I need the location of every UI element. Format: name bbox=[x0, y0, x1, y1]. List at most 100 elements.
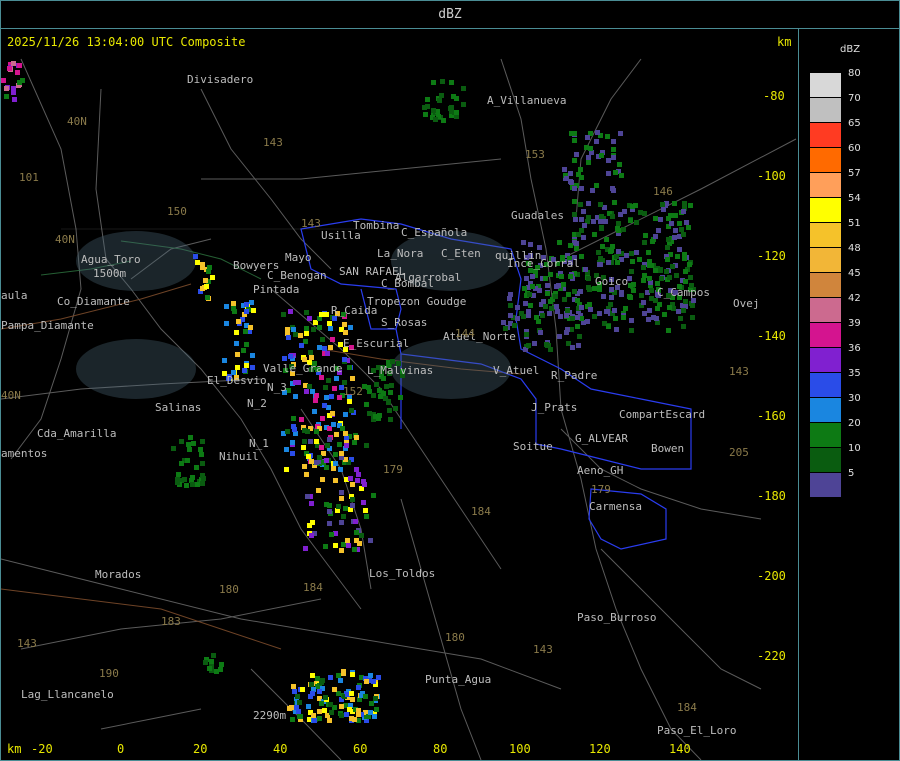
radar-echo-pixel bbox=[389, 383, 394, 388]
radar-echo-pixel bbox=[248, 325, 253, 330]
radar-echo-pixel bbox=[330, 411, 335, 416]
radar-echo-pixel bbox=[11, 61, 16, 66]
radar-echo-pixel bbox=[336, 673, 341, 678]
x-tick: 80 bbox=[433, 742, 448, 756]
radar-echo-pixel bbox=[4, 94, 9, 99]
radar-echo-pixel bbox=[528, 242, 533, 247]
radar-echo-pixel bbox=[297, 700, 302, 705]
radar-echo-pixel bbox=[549, 306, 554, 311]
radar-echo-pixel bbox=[677, 221, 682, 226]
radar-echo-pixel bbox=[613, 316, 618, 321]
radar-echo-pixel bbox=[339, 496, 344, 501]
legend-value: 35 bbox=[848, 368, 861, 379]
radar-echo-pixel bbox=[566, 292, 571, 297]
radar-echo-pixel bbox=[250, 353, 255, 358]
radar-echo-pixel bbox=[356, 708, 361, 713]
legend-swatch bbox=[810, 98, 841, 122]
y-tick: -220 bbox=[757, 649, 786, 663]
legend-swatch bbox=[810, 323, 841, 347]
radar-echo-pixel bbox=[683, 279, 688, 284]
legend-value: 70 bbox=[848, 93, 861, 104]
radar-echo-pixel bbox=[307, 523, 312, 528]
radar-echo-pixel bbox=[637, 257, 642, 262]
radar-map-panel[interactable]: Divisadero A_Villanueva Guadales Tombina Usi… bbox=[0, 28, 799, 761]
radar-echo-pixel bbox=[690, 315, 695, 320]
radar-echo-pixel bbox=[613, 170, 618, 175]
radar-echo-pixel bbox=[244, 309, 249, 314]
radar-echo-pixel bbox=[325, 351, 330, 356]
radar-echo-pixel bbox=[307, 384, 312, 389]
radar-echo-pixel bbox=[565, 308, 570, 313]
legend-swatch bbox=[810, 298, 841, 322]
radar-echo-pixel bbox=[371, 679, 376, 684]
radar-echo-pixel bbox=[682, 201, 687, 206]
radar-echo-pixel bbox=[343, 412, 348, 417]
radar-echo-pixel bbox=[11, 90, 16, 95]
radar-echo-pixel bbox=[581, 209, 586, 214]
radar-echo-pixel bbox=[195, 482, 200, 487]
radar-echo-pixel bbox=[454, 110, 459, 115]
radar-echo-pixel bbox=[12, 97, 17, 102]
radar-echo-pixel bbox=[323, 695, 328, 700]
legend-swatch bbox=[810, 173, 841, 197]
radar-echo-pixel bbox=[606, 171, 611, 176]
radar-echo-pixel bbox=[570, 345, 575, 350]
radar-echo-pixel bbox=[290, 451, 295, 456]
radar-echo-pixel bbox=[349, 691, 354, 696]
radar-echo-pixel bbox=[579, 175, 584, 180]
radar-echo-pixel bbox=[647, 276, 652, 281]
radar-echo-pixel bbox=[356, 472, 361, 477]
radar-echo-pixel bbox=[235, 365, 240, 370]
radar-echo-pixel bbox=[296, 709, 301, 714]
radar-echo-pixel bbox=[614, 327, 619, 332]
place-label: Divisadero bbox=[187, 73, 253, 86]
radar-echo-pixel bbox=[679, 227, 684, 232]
radar-echo-pixel bbox=[298, 714, 303, 719]
radar-echo-pixel bbox=[317, 455, 322, 460]
radar-echo-pixel bbox=[524, 276, 529, 281]
route-number-label: 184 bbox=[303, 581, 323, 594]
radar-echo-pixel bbox=[557, 240, 562, 245]
radar-echo-pixel bbox=[641, 278, 646, 283]
radar-echo-pixel bbox=[672, 235, 677, 240]
radar-echo-pixel bbox=[634, 220, 639, 225]
radar-echo-pixel bbox=[374, 707, 379, 712]
radar-echo-pixel bbox=[327, 321, 332, 326]
radar-echo-pixel bbox=[662, 312, 667, 317]
radar-echo-pixel bbox=[339, 451, 344, 456]
legend-swatch bbox=[810, 423, 841, 447]
radar-echo-pixel bbox=[527, 292, 532, 297]
radar-echo-pixel bbox=[344, 443, 349, 448]
y-tick: -100 bbox=[757, 169, 786, 183]
radar-echo-pixel bbox=[590, 188, 595, 193]
radar-echo-pixel bbox=[642, 240, 647, 245]
place-label: E_Escurial bbox=[343, 337, 409, 350]
radar-echo-pixel bbox=[596, 250, 601, 255]
radar-echo-pixel bbox=[678, 316, 683, 321]
radar-echo-pixel bbox=[598, 219, 603, 224]
radar-echo-pixel bbox=[559, 274, 564, 279]
radar-echo-pixel bbox=[512, 323, 517, 328]
radar-echo-pixel bbox=[308, 350, 313, 355]
radar-echo-pixel bbox=[316, 488, 321, 493]
radar-echo-pixel bbox=[677, 247, 682, 252]
radar-echo-pixel bbox=[642, 273, 647, 278]
radar-echo-pixel bbox=[599, 214, 604, 219]
radar-echo-pixel bbox=[284, 467, 289, 472]
radar-echo-pixel bbox=[646, 317, 651, 322]
radar-echo-pixel bbox=[290, 717, 295, 722]
radar-map[interactable]: DivisaderoA_VillanuevaGuadalesTombinaUsi… bbox=[1, 29, 798, 760]
radar-echo-pixel bbox=[320, 477, 325, 482]
radar-echo-pixel bbox=[244, 342, 249, 347]
radar-echo-pixel bbox=[171, 446, 176, 451]
place-label: Paso_El_Loro bbox=[657, 724, 736, 737]
radar-echo-pixel bbox=[176, 472, 181, 477]
legend-value: 51 bbox=[848, 218, 861, 229]
radar-echo-pixel bbox=[670, 264, 675, 269]
radar-echo-pixel bbox=[304, 472, 309, 477]
route-number-label: 180 bbox=[445, 631, 465, 644]
radar-echo-pixel bbox=[661, 207, 666, 212]
radar-echo-pixel bbox=[328, 702, 333, 707]
radar-echo-pixel bbox=[534, 315, 539, 320]
x-tick: 140 bbox=[669, 742, 691, 756]
